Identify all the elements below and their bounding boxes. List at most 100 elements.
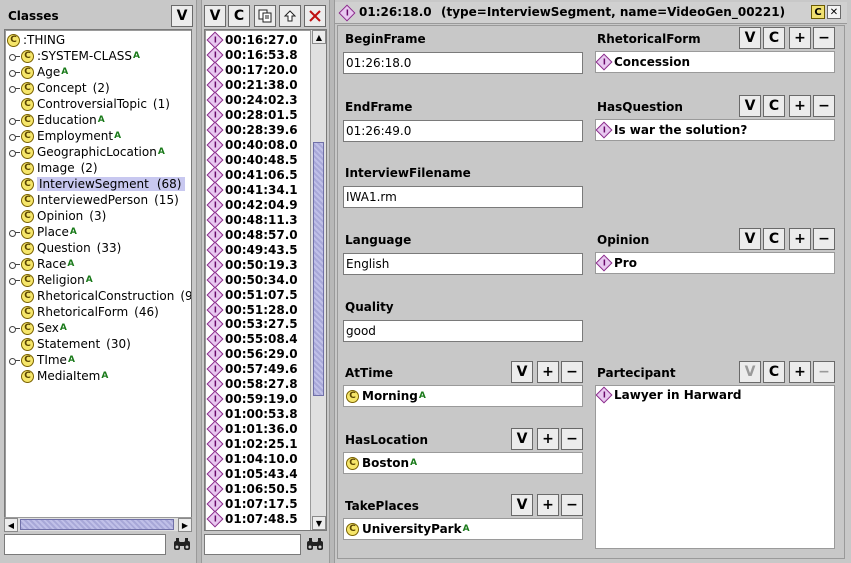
expand-toggle-icon[interactable] xyxy=(9,259,20,269)
begin-frame-field[interactable]: 01:26:18.0 xyxy=(343,52,583,74)
has-location-value[interactable]: C Boston A xyxy=(343,452,583,474)
rhetorical-form-add-button[interactable]: + xyxy=(789,27,811,49)
expand-toggle-icon[interactable] xyxy=(9,227,20,237)
instance-list-item[interactable]: I 00:59:19.0 xyxy=(206,390,298,408)
instance-list-item[interactable]: I 00:57:49.6 xyxy=(206,360,298,378)
tree-item[interactable]: C Opinion (3) xyxy=(9,208,106,224)
opinion-create-button[interactable]: C xyxy=(763,228,785,250)
tree-item[interactable]: C InterviewSegment (68) xyxy=(9,176,186,192)
instance-list-item[interactable]: I 01:06:50.5 xyxy=(206,480,298,498)
expand-toggle-icon[interactable] xyxy=(9,355,20,365)
has-question-remove-button[interactable]: − xyxy=(813,95,835,117)
class-tree-hscrollbar[interactable]: ◀ ▶ xyxy=(4,517,192,532)
form-close-button[interactable]: ✕ xyxy=(827,5,841,19)
expand-toggle-icon[interactable] xyxy=(9,83,20,93)
instance-list-item[interactable]: I 00:53:27.5 xyxy=(206,315,298,333)
at-time-add-button[interactable]: + xyxy=(537,361,559,383)
opinion-add-button[interactable]: + xyxy=(789,228,811,250)
classes-view-button[interactable]: V xyxy=(171,5,193,27)
hscroll-thumb[interactable] xyxy=(20,519,174,530)
opinion-remove-button[interactable]: − xyxy=(813,228,835,250)
tree-item[interactable]: C Image (2) xyxy=(9,160,98,176)
scroll-right-icon[interactable]: ▶ xyxy=(178,518,192,532)
tree-item[interactable]: C InterviewedPerson (15) xyxy=(9,192,179,208)
expand-toggle-icon[interactable] xyxy=(9,51,20,61)
rhetorical-form-view-button[interactable]: V xyxy=(739,27,761,49)
instance-list-item[interactable]: I 00:28:01.5 xyxy=(206,106,298,124)
opinion-view-button[interactable]: V xyxy=(739,228,761,250)
split-divider[interactable] xyxy=(196,0,202,563)
tree-item[interactable]: C TIme A xyxy=(9,352,75,368)
language-field[interactable]: English xyxy=(343,253,583,275)
expand-toggle-icon[interactable] xyxy=(9,275,20,285)
instance-list-item[interactable]: I 00:56:29.0 xyxy=(206,345,298,363)
end-frame-field[interactable]: 01:26:49.0 xyxy=(343,120,583,142)
scroll-left-icon[interactable]: ◀ xyxy=(4,518,18,532)
rhetorical-form-create-button[interactable]: C xyxy=(763,27,785,49)
scroll-up-icon[interactable]: ▲ xyxy=(312,30,326,44)
instance-list-item[interactable]: I 00:51:28.0 xyxy=(206,301,298,319)
tree-item[interactable]: C Age A xyxy=(9,64,68,80)
scroll-down-icon[interactable]: ▼ xyxy=(312,516,326,530)
has-question-value[interactable]: I Is war the solution? xyxy=(595,119,835,141)
instance-delete-button[interactable] xyxy=(304,5,326,27)
rhetorical-form-remove-button[interactable]: − xyxy=(813,27,835,49)
instance-copy-button[interactable] xyxy=(254,5,276,27)
instance-search-input[interactable] xyxy=(204,534,301,555)
instance-list-item[interactable]: I 01:05:43.4 xyxy=(206,465,298,483)
instance-view-button[interactable]: V xyxy=(204,5,226,27)
has-question-add-button[interactable]: + xyxy=(789,95,811,117)
rhetorical-form-value[interactable]: I Concession xyxy=(595,51,835,73)
tree-item[interactable]: C RhetoricalConstruction (9 xyxy=(9,288,191,304)
tree-item[interactable]: C Place A xyxy=(9,224,77,240)
instance-list-item[interactable]: I 00:48:11.3 xyxy=(206,211,298,229)
tree-item[interactable]: C Statement (30) xyxy=(9,336,131,352)
take-places-value[interactable]: C UniversityPark A xyxy=(343,518,583,540)
participant-view-button[interactable]: V xyxy=(739,361,761,383)
take-places-view-button[interactable]: V xyxy=(511,494,533,516)
participant-list-item[interactable]: I Lawyer in Harward xyxy=(595,386,741,404)
class-search-input[interactable] xyxy=(4,534,166,555)
instance-list-item[interactable]: I 01:02:25.1 xyxy=(206,435,298,453)
instance-create-button[interactable]: C xyxy=(228,5,250,27)
tree-item[interactable]: C RhetoricalForm (46) xyxy=(9,304,159,320)
tree-item[interactable]: C Employment A xyxy=(9,128,121,144)
tree-item[interactable]: C ControversialTopic (1) xyxy=(9,96,170,112)
instance-list-item[interactable]: I 01:07:48.5 xyxy=(206,510,298,528)
instance-list-item[interactable]: I 00:58:27.8 xyxy=(206,375,298,393)
instance-list-item[interactable]: I 00:55:08.4 xyxy=(206,330,298,348)
instance-list-item[interactable]: I 00:21:38.0 xyxy=(206,76,298,94)
instance-list-item[interactable]: I 00:40:48.5 xyxy=(206,151,298,169)
instance-list-item[interactable]: I 01:07:17.5 xyxy=(206,495,298,513)
instance-up-button[interactable] xyxy=(279,5,301,27)
tree-item[interactable]: C Concept (2) xyxy=(9,80,110,96)
has-question-create-button[interactable]: C xyxy=(763,95,785,117)
expand-toggle-icon[interactable] xyxy=(9,115,20,125)
participant-list[interactable]: I Lawyer in Harward xyxy=(595,385,835,549)
vscroll-thumb[interactable] xyxy=(313,142,324,396)
instance-list-item[interactable]: I 00:41:34.1 xyxy=(206,181,298,199)
at-time-view-button[interactable]: V xyxy=(511,361,533,383)
instance-list-item[interactable]: I 00:48:57.0 xyxy=(206,226,298,244)
instance-list-item[interactable]: I 00:16:53.8 xyxy=(206,46,298,64)
tree-item[interactable]: C Religion A xyxy=(9,272,93,288)
tree-item[interactable]: C Education A xyxy=(9,112,105,128)
instance-list-item[interactable]: I 00:51:07.5 xyxy=(206,286,298,304)
participant-remove-button[interactable]: − xyxy=(813,361,835,383)
tree-item[interactable]: C MediaItem A xyxy=(9,368,108,384)
tree-item[interactable]: C GeographicLocation A xyxy=(9,144,165,160)
class-search-binoculars-icon[interactable] xyxy=(172,536,192,554)
instance-list-item[interactable]: I 00:42:04.9 xyxy=(206,196,298,214)
instance-list-item[interactable]: I 00:28:39.6 xyxy=(206,121,298,139)
expand-toggle-icon[interactable] xyxy=(9,67,20,77)
participant-create-button[interactable]: C xyxy=(763,361,785,383)
instance-list-item[interactable]: I 01:01:36.0 xyxy=(206,420,298,438)
interview-filename-field[interactable]: IWA1.rm xyxy=(343,186,583,208)
has-location-view-button[interactable]: V xyxy=(511,428,533,450)
quality-field[interactable]: good xyxy=(343,320,583,342)
form-c-button[interactable]: C xyxy=(811,5,825,19)
tree-item[interactable]: C:THING xyxy=(7,32,65,48)
has-location-remove-button[interactable]: − xyxy=(561,428,583,450)
instance-search-binoculars-icon[interactable] xyxy=(306,536,326,554)
expand-toggle-icon[interactable] xyxy=(9,147,20,157)
